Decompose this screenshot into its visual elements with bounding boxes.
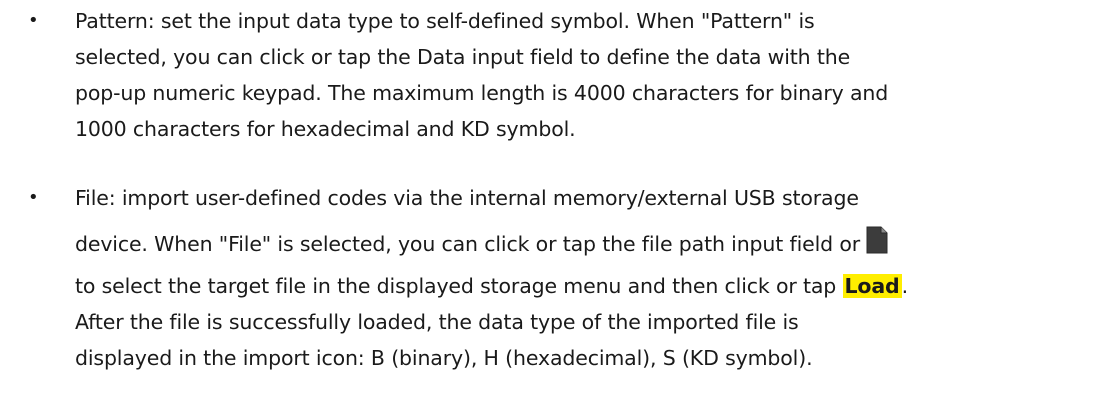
file-line-3-after: . — [901, 274, 909, 298]
bullet-marker: • — [28, 187, 39, 208]
file-line-3: to select the target file in the display… — [75, 268, 1115, 304]
bullet-text-pattern: Pattern: set the input data type to self… — [75, 3, 1115, 147]
document-page: • Pattern: set the input data type to se… — [0, 0, 1119, 408]
pattern-line-3: pop-up numeric keypad. The maximum lengt… — [75, 81, 889, 105]
pattern-line-1: Pattern: set the input data type to self… — [75, 9, 815, 33]
file-line-1: File: import user-defined codes via the … — [75, 186, 859, 210]
load-label: Load — [842, 274, 902, 298]
bullet-marker: • — [28, 10, 39, 31]
file-line-2: device. When "File" is selected, you can… — [75, 224, 1115, 268]
file-line-4: After the file is successfully loaded, t… — [75, 310, 799, 334]
pattern-line-2: selected, you can click or tap the Data … — [75, 45, 851, 69]
file-line-2-text: device. When "File" is selected, you can… — [75, 232, 861, 256]
document-file-icon — [866, 226, 888, 254]
file-line-3-before: to select the target file in the display… — [75, 274, 843, 298]
pattern-line-4: 1000 characters for hexadecimal and KD s… — [75, 117, 576, 141]
file-line-5: displayed in the import icon: B (binary)… — [75, 346, 813, 370]
bullet-text-file: File: import user-defined codes via the … — [75, 180, 1115, 376]
